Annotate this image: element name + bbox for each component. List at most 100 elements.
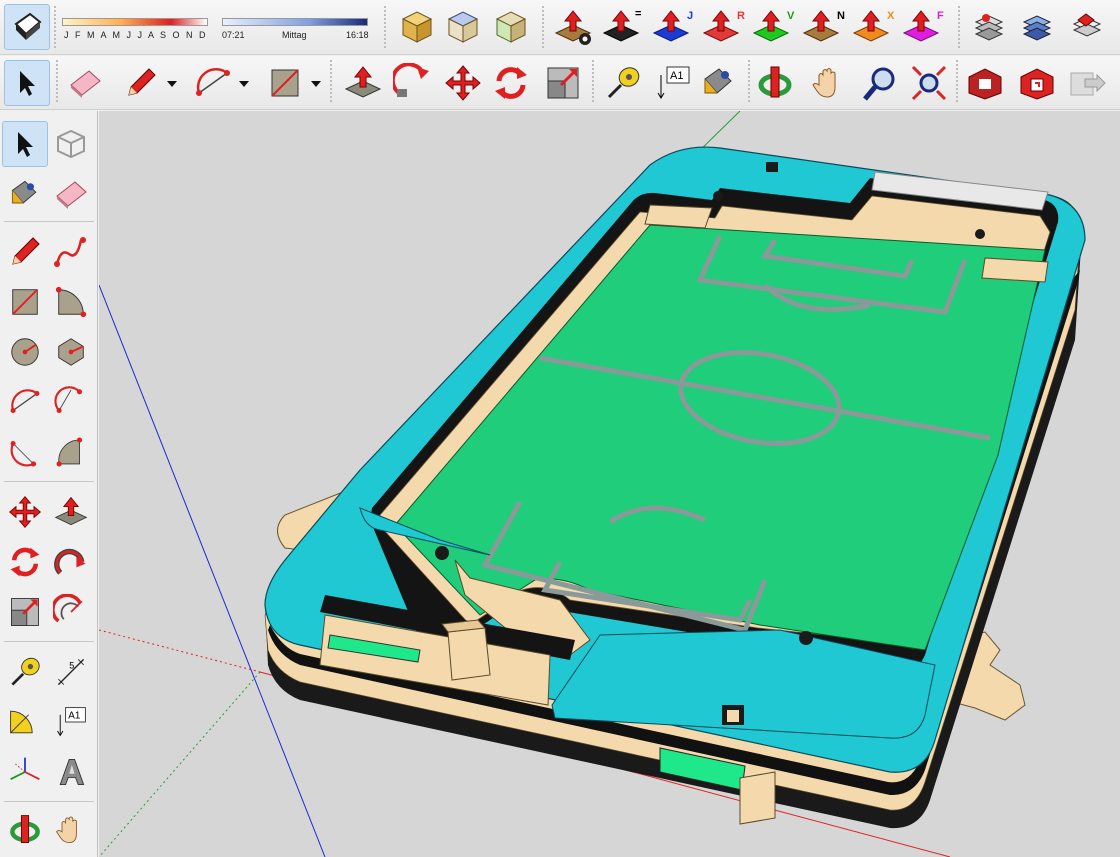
layers-blue-icon[interactable] [1014, 4, 1060, 50]
bolt-right [799, 631, 813, 645]
rectangle-icon[interactable] [2, 279, 48, 325]
arc-icon[interactable] [2, 379, 48, 425]
layers-red-icon[interactable] [1064, 4, 1110, 50]
rotated-rectangle-icon[interactable] [48, 279, 94, 325]
time-mid-label: Mittag [282, 30, 307, 40]
scale-icon[interactable] [2, 589, 48, 635]
svg-text:=: = [635, 8, 641, 20]
text-tool-icon[interactable]: A1 [48, 699, 94, 745]
select-arrow-icon[interactable] [2, 121, 48, 167]
text-tool-label: A1 [68, 710, 81, 721]
warehouse-icon[interactable] [962, 60, 1008, 106]
svg-text:V: V [787, 10, 795, 22]
3d-text-icon[interactable] [48, 749, 94, 795]
time-start-label: 07:21 [222, 30, 245, 40]
zoom-icon[interactable] [858, 60, 904, 106]
push-pull-settings-icon[interactable] [550, 4, 596, 50]
front-latch-inner [727, 710, 739, 722]
push-pull-x-icon[interactable]: X [850, 4, 896, 50]
layers-icon[interactable] [966, 4, 1012, 50]
pan-hand-icon[interactable] [48, 807, 94, 853]
top-left-block [644, 204, 713, 229]
main-toolbar: A1 [0, 56, 1120, 110]
top-toolbar: J F M A M J J A S O N D 07:21 Mittag 16:… [0, 0, 1120, 55]
goalie-block [447, 627, 491, 681]
follow-me-icon[interactable] [48, 539, 94, 585]
text-label-icon[interactable]: A1 [650, 60, 696, 106]
dropdown-arrow-icon[interactable] [310, 76, 322, 94]
model-canvas[interactable] [99, 111, 1120, 857]
push-pull-icon[interactable] [48, 489, 94, 535]
move-icon[interactable] [440, 60, 486, 106]
arc-icon[interactable] [190, 60, 236, 106]
svg-text:N: N [837, 10, 845, 22]
left-toolbar: 5 A1 [0, 111, 98, 857]
front-peg [739, 771, 776, 825]
svg-text:R: R [737, 10, 745, 22]
push-pull-j-icon[interactable]: J [650, 4, 696, 50]
push-pull-icon[interactable] [340, 60, 386, 106]
extension-warehouse-icon[interactable] [1014, 60, 1060, 106]
make-component-icon[interactable] [48, 121, 94, 167]
select-arrow-icon[interactable] [4, 60, 50, 106]
top-slot [766, 162, 778, 172]
eraser-icon[interactable] [48, 171, 94, 217]
pie-icon[interactable] [48, 429, 94, 475]
circle-icon[interactable] [2, 329, 48, 375]
view-iso-icon[interactable] [394, 4, 440, 50]
paint-bucket-icon[interactable] [2, 171, 48, 217]
shadow-time-bar[interactable] [222, 18, 368, 26]
shadow-time-slider[interactable]: 07:21 Mittag 16:18 [220, 10, 370, 50]
top-right-block [981, 257, 1049, 283]
push-pull-n-icon[interactable]: N [800, 4, 846, 50]
view-top-icon[interactable] [440, 4, 486, 50]
red-axis-dotted [99, 629, 261, 673]
time-end-label: 16:18 [346, 30, 369, 40]
tape-measure-icon[interactable] [600, 60, 646, 106]
sketchup-window: J F M A M J J A S O N D 07:21 Mittag 16:… [0, 0, 1120, 857]
orbit-icon[interactable] [2, 807, 48, 853]
style-eraser-icon[interactable] [4, 4, 50, 50]
push-pull-r-icon[interactable]: R [700, 4, 746, 50]
freehand-icon[interactable] [48, 229, 94, 275]
months-label: J F M A M J J A S O N D [64, 30, 208, 40]
svg-text:J: J [687, 10, 693, 22]
bolt-top [713, 191, 723, 201]
rectangle-icon[interactable] [262, 60, 308, 106]
scale-icon[interactable] [540, 60, 586, 106]
shadow-date-slider[interactable]: J F M A M J J A S O N D [58, 10, 208, 50]
rotate-icon[interactable] [2, 539, 48, 585]
three-point-arc-icon[interactable] [2, 429, 48, 475]
move-icon[interactable] [2, 489, 48, 535]
dropdown-arrow-icon[interactable] [166, 76, 178, 94]
tape-measure-icon[interactable] [2, 649, 48, 695]
pencil-icon[interactable] [118, 60, 164, 106]
push-pull-equal-icon[interactable]: = [600, 4, 646, 50]
send-to-layout-icon[interactable] [1064, 60, 1110, 106]
orbit-icon[interactable] [752, 60, 798, 106]
pan-hand-icon[interactable] [806, 60, 852, 106]
bolt-left [435, 546, 449, 560]
svg-text:F: F [937, 10, 944, 22]
green-axis-dotted [99, 671, 261, 857]
protractor-icon[interactable] [2, 699, 48, 745]
paint-bucket-icon[interactable] [696, 60, 742, 106]
dimension-icon[interactable]: 5 [48, 649, 94, 695]
axes-icon[interactable] [2, 749, 48, 795]
offset-icon[interactable] [48, 589, 94, 635]
push-pull-f-icon[interactable]: F [900, 4, 946, 50]
bolt-top-right [975, 229, 985, 239]
follow-me-icon[interactable] [390, 60, 436, 106]
3d-viewport[interactable] [99, 111, 1120, 857]
line-tool-icon[interactable] [2, 229, 48, 275]
rotate-icon[interactable] [488, 60, 534, 106]
eraser-icon[interactable] [62, 60, 108, 106]
shadow-date-bar[interactable] [62, 18, 208, 26]
two-point-arc-icon[interactable] [48, 379, 94, 425]
svg-text:5: 5 [69, 660, 74, 670]
polygon-icon[interactable] [48, 329, 94, 375]
zoom-extents-icon[interactable] [906, 60, 952, 106]
push-pull-v-icon[interactable]: V [750, 4, 796, 50]
dropdown-arrow-icon[interactable] [238, 76, 250, 94]
view-front-icon[interactable] [488, 4, 534, 50]
